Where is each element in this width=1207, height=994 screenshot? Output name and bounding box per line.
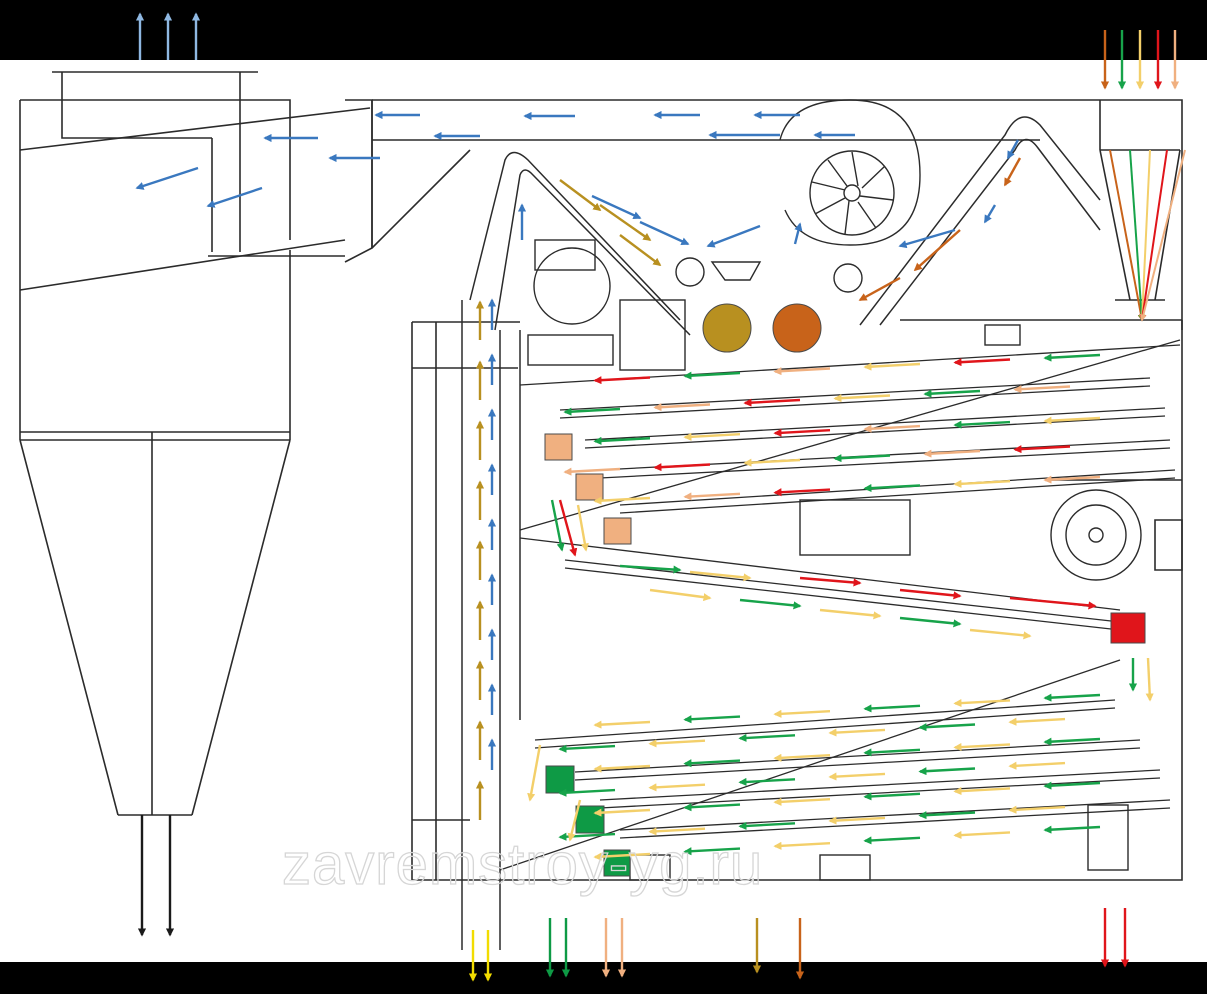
olive-outlet-marker — [702, 303, 752, 353]
grain-separator-flow-diagram: zavremstroy-yg.ru — [0, 12, 1207, 982]
peach-outlet-marker — [544, 433, 573, 461]
rust-outlet-marker — [772, 303, 822, 353]
watermark: zavremstroy-yg.ru — [282, 832, 763, 897]
peach-outlet-marker — [603, 517, 632, 545]
peach-outlet-marker — [575, 473, 604, 501]
diagram-stage: zavremstroy-yg.ru — [0, 0, 1207, 994]
red-outlet-marker — [1110, 612, 1146, 644]
green-outlet-marker — [575, 805, 605, 834]
green-outlet-marker — [545, 765, 575, 794]
